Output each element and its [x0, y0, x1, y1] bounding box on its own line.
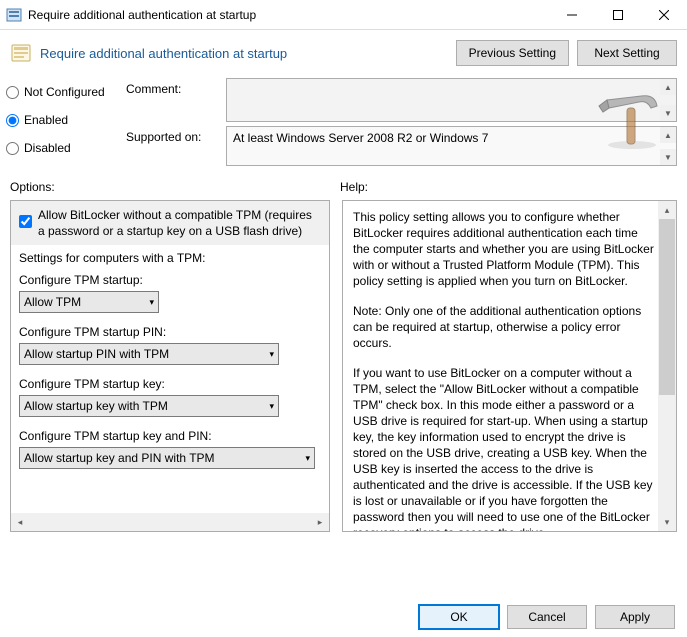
configure-tpm-startup-select[interactable]: Allow TPM ▾ — [19, 291, 159, 313]
scroll-down-icon[interactable]: ▼ — [660, 149, 676, 165]
apply-button[interactable]: Apply — [595, 605, 675, 629]
scrollbar-thumb[interactable] — [659, 219, 675, 395]
help-paragraph: Note: Only one of the additional authent… — [353, 303, 656, 351]
allow-bitlocker-no-tpm-checkbox[interactable] — [19, 215, 32, 228]
not-configured-label[interactable]: Not Configured — [24, 85, 105, 99]
disabled-label[interactable]: Disabled — [24, 141, 71, 155]
allow-bitlocker-no-tpm-label[interactable]: Allow BitLocker without a compatible TPM… — [38, 207, 321, 239]
supported-label: Supported on: — [126, 126, 226, 144]
enabled-radio[interactable] — [6, 114, 19, 127]
options-column-label: Options: — [10, 180, 340, 194]
chevron-down-icon: ▾ — [269, 401, 274, 412]
previous-setting-button[interactable]: Previous Setting — [456, 40, 569, 66]
help-text: This policy setting allows you to config… — [343, 201, 676, 531]
scroll-up-icon[interactable]: ▴ — [658, 201, 676, 219]
help-column-label: Help: — [340, 180, 368, 194]
supported-value: At least Windows Server 2008 R2 or Windo… — [233, 131, 488, 145]
enabled-label[interactable]: Enabled — [24, 113, 68, 127]
policy-icon — [10, 42, 32, 64]
configure-tpm-key-pin-label: Configure TPM startup key and PIN: — [11, 423, 329, 445]
configure-tpm-key-select[interactable]: Allow startup key with TPM ▾ — [19, 395, 279, 417]
chevron-down-icon: ▾ — [149, 297, 154, 308]
cancel-button[interactable]: Cancel — [507, 605, 587, 629]
ok-button[interactable]: OK — [419, 605, 499, 629]
options-horizontal-scrollbar[interactable]: ◂ ▸ — [11, 513, 329, 531]
scroll-up-icon[interactable]: ▲ — [660, 79, 676, 95]
next-setting-button[interactable]: Next Setting — [577, 40, 677, 66]
minimize-button[interactable] — [549, 0, 595, 30]
comment-field[interactable]: ▲ ▼ — [226, 78, 677, 122]
options-panel: Allow BitLocker without a compatible TPM… — [10, 200, 330, 532]
tpm-settings-section-label: Settings for computers with a TPM: — [11, 245, 329, 267]
window-title: Require additional authentication at sta… — [28, 8, 549, 22]
disabled-radio[interactable] — [6, 142, 19, 155]
scroll-up-icon[interactable]: ▲ — [660, 127, 676, 143]
header-row: Require additional authentication at sta… — [0, 30, 687, 74]
help-paragraph: This policy setting allows you to config… — [353, 209, 656, 289]
configure-tpm-pin-select[interactable]: Allow startup PIN with TPM ▾ — [19, 343, 279, 365]
app-icon — [6, 7, 22, 23]
close-button[interactable] — [641, 0, 687, 30]
help-paragraph: If you want to use BitLocker on a comput… — [353, 365, 656, 531]
comment-label: Comment: — [126, 78, 226, 96]
maximize-button[interactable] — [595, 0, 641, 30]
chevron-down-icon: ▾ — [305, 453, 310, 464]
configure-tpm-pin-label: Configure TPM startup PIN: — [11, 319, 329, 341]
configure-tpm-startup-label: Configure TPM startup: — [11, 267, 329, 289]
scroll-down-icon[interactable]: ▾ — [658, 513, 676, 531]
titlebar: Require additional authentication at sta… — [0, 0, 687, 30]
scroll-left-icon[interactable]: ◂ — [11, 513, 29, 531]
policy-heading: Require additional authentication at sta… — [40, 46, 287, 61]
allow-bitlocker-no-tpm-row[interactable]: Allow BitLocker without a compatible TPM… — [11, 201, 329, 245]
scroll-right-icon[interactable]: ▸ — [311, 513, 329, 531]
configure-tpm-key-label: Configure TPM startup key: — [11, 371, 329, 393]
supported-on-field: At least Windows Server 2008 R2 or Windo… — [226, 126, 677, 166]
scroll-down-icon[interactable]: ▼ — [660, 105, 676, 121]
configure-tpm-key-pin-select[interactable]: Allow startup key and PIN with TPM ▾ — [19, 447, 315, 469]
state-radio-group: Not Configured Enabled Disabled — [6, 78, 126, 170]
chevron-down-icon: ▾ — [269, 349, 274, 360]
not-configured-radio[interactable] — [6, 86, 19, 99]
help-panel: This policy setting allows you to config… — [342, 200, 677, 532]
help-vertical-scrollbar[interactable]: ▴ ▾ — [658, 201, 676, 531]
